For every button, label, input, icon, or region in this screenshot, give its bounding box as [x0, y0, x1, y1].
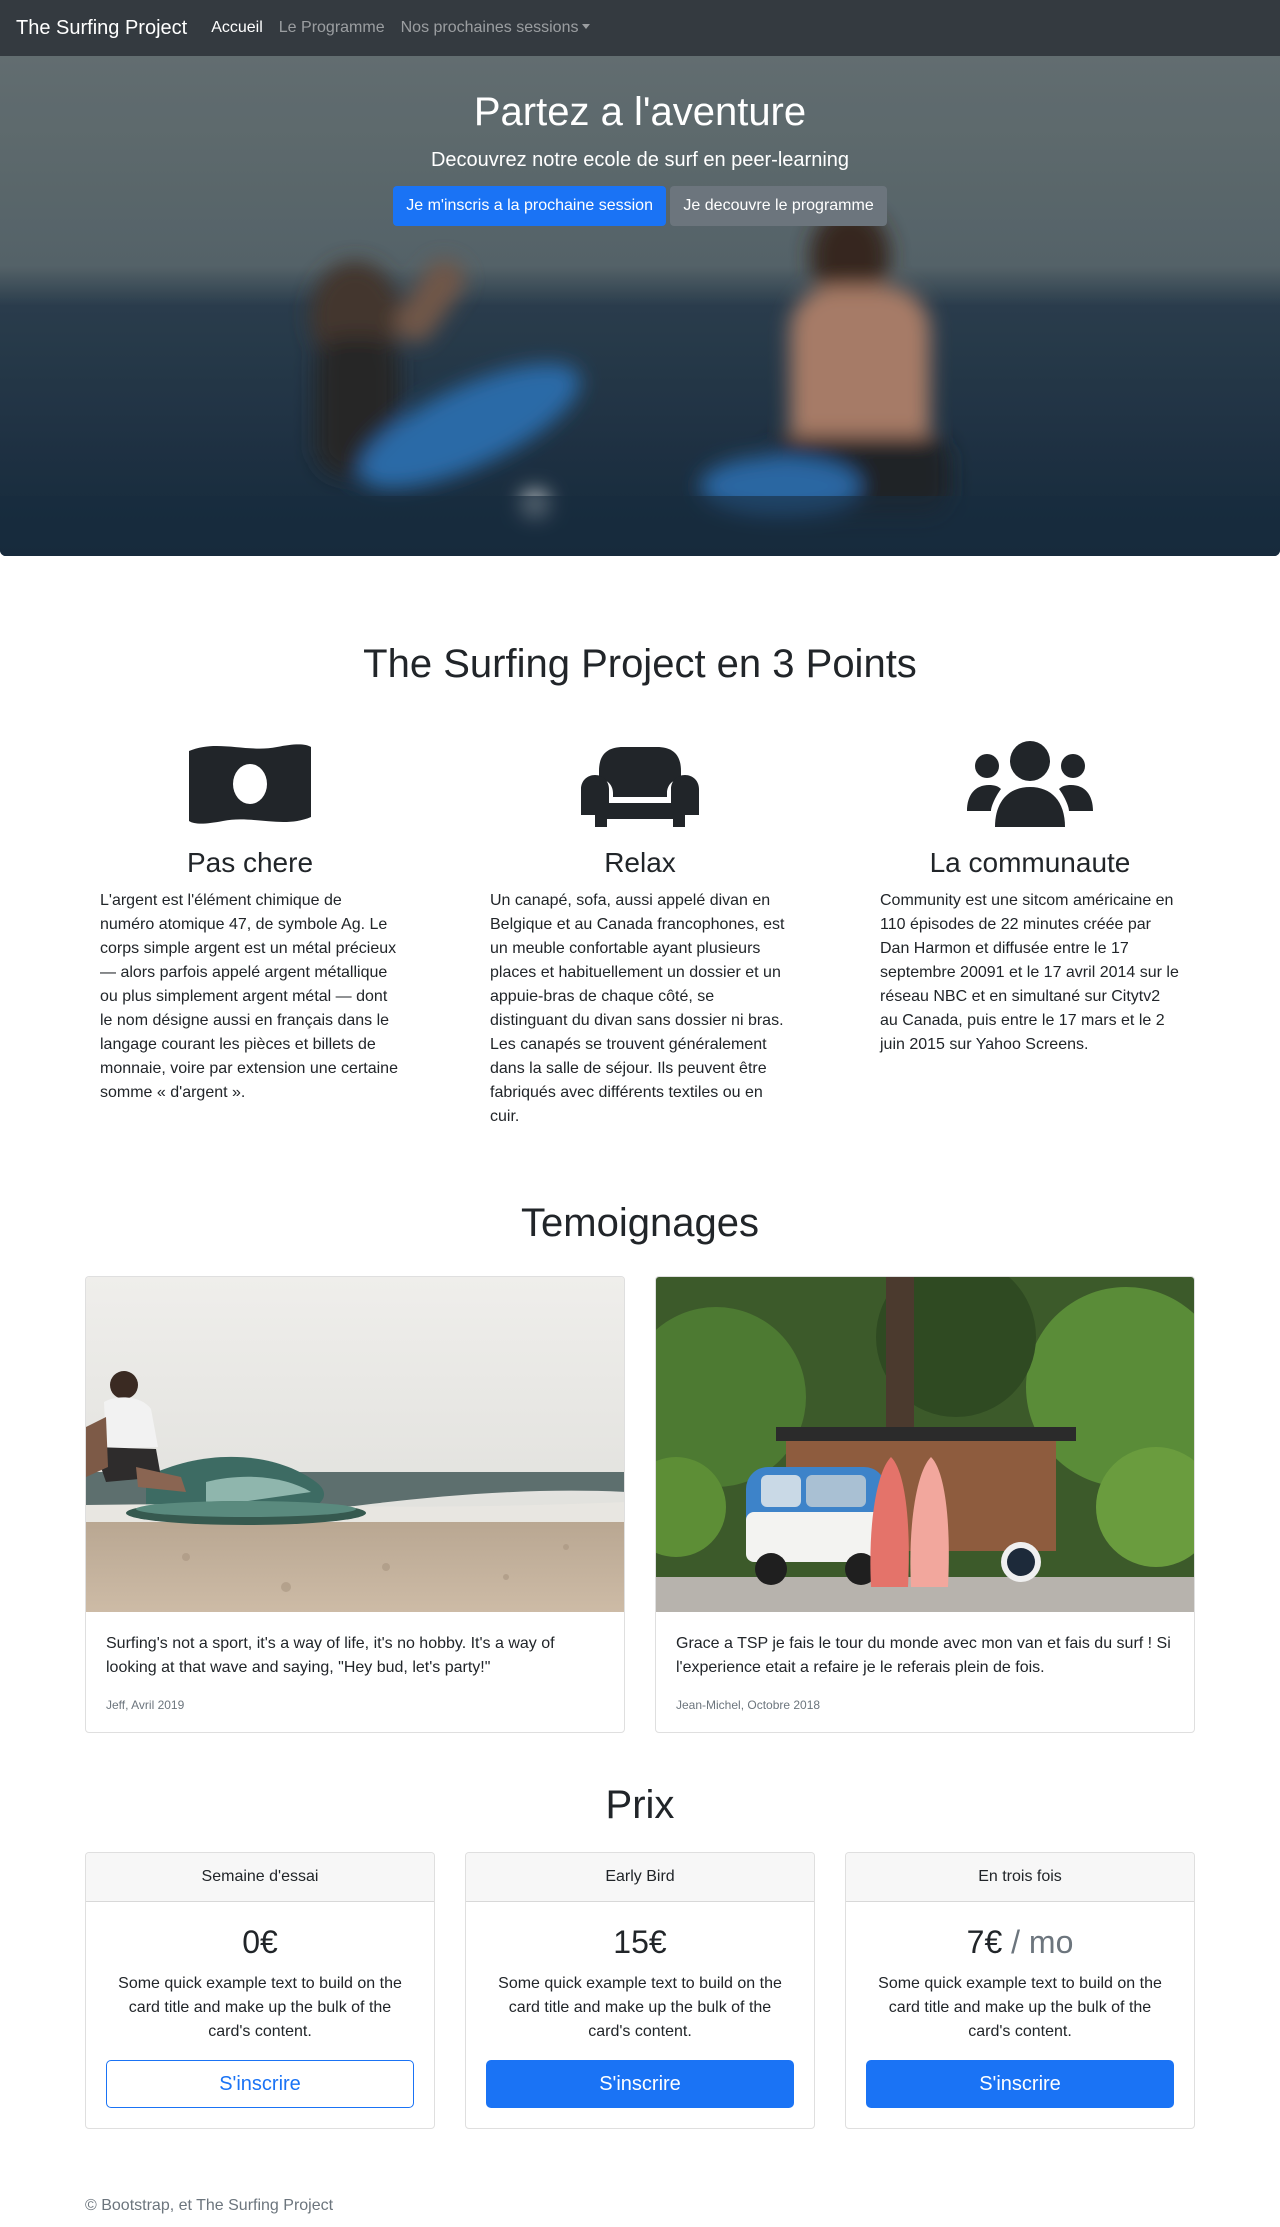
price-unit: / mo — [1002, 1924, 1074, 1960]
point-heading: Relax — [604, 847, 676, 878]
testimonial-body: Surfing's not a sport, it's a way of lif… — [86, 1612, 624, 1732]
point-text: L'argent est l'élément chimique de numér… — [100, 892, 398, 1101]
testimonial-card: Grace a TSP je fais le tour du monde ave… — [655, 1276, 1195, 1733]
price-amount: 7€ / mo — [866, 1922, 1174, 1962]
point-text: Community est une sitcom américaine en 1… — [880, 892, 1179, 1053]
nav-dropdown-sessions[interactable]: Nos prochaines sessions — [401, 19, 591, 37]
point-item: Pas chere L'argent est l'élément chimiqu… — [85, 739, 415, 1129]
discover-program-button[interactable]: Je decouvre le programme — [670, 186, 887, 226]
nav-link-accueil[interactable]: Accueil — [211, 19, 263, 37]
hero-title: Partez a l'aventure — [473, 90, 807, 134]
nav-link-programme[interactable]: Le Programme — [279, 19, 385, 37]
caret-down-icon — [582, 24, 591, 29]
testimonial-author: Jean-Michel, Octobre 2018 — [676, 1698, 821, 1712]
signup-early-bird-button[interactable]: S'inscrire — [486, 2060, 794, 2108]
testimonial-text: Grace a TSP je fais le tour du monde ave… — [676, 1635, 1171, 1676]
testimonial-text: Surfing's not a sport, it's a way of lif… — [106, 1635, 555, 1676]
price-card-body: 7€ / mo Some quick example text to build… — [846, 1902, 1194, 2128]
price-value: 7€ — [966, 1924, 1003, 1960]
price-description: Some quick example text to build on the … — [118, 1975, 402, 2040]
price-card-header: En trois fois — [846, 1853, 1194, 1902]
points-row: Pas chere L'argent est l'élément chimiqu… — [85, 739, 1195, 1129]
price-card-header: Semaine d'essai — [86, 1853, 434, 1902]
hero-buttons: Je m'inscris a la prochaine session Je d… — [0, 186, 1280, 226]
testimonials-title: Temoignages — [521, 1201, 759, 1245]
hero-content: Partez a l'aventure Decouvrez notre ecol… — [0, 88, 1280, 226]
price-card: Semaine d'essai 0€ Some quick example te… — [85, 1852, 435, 2129]
money-bill-icon — [85, 739, 415, 829]
navbar: The Surfing Project Accueil Le Programme… — [0, 0, 1280, 56]
testimonial-author: Jeff, Avril 2019 — [106, 1698, 185, 1712]
footer: © Bootstrap, et The Surfing Project — [85, 2197, 1195, 2227]
price-value: 0€ — [242, 1924, 278, 1960]
signup-session-button[interactable]: Je m'inscris a la prochaine session — [393, 186, 666, 226]
price-amount: 15€ — [486, 1922, 794, 1962]
price-description: Some quick example text to build on the … — [498, 1975, 782, 2040]
price-card: Early Bird 15€ Some quick example text t… — [465, 1852, 815, 2129]
prices-row: Semaine d'essai 0€ Some quick example te… — [85, 1852, 1195, 2129]
footer-text: © Bootstrap, et The Surfing Project — [85, 2197, 334, 2214]
price-value: 15€ — [613, 1924, 667, 1960]
users-icon — [865, 739, 1195, 829]
point-text: Un canapé, sofa, aussi appelé divan en B… — [490, 892, 785, 1125]
price-description: Some quick example text to build on the … — [878, 1975, 1162, 2040]
price-card: En trois fois 7€ / mo Some quick example… — [845, 1852, 1195, 2129]
points-title: The Surfing Project en 3 Points — [363, 642, 917, 686]
price-card-body: 0€ Some quick example text to build on t… — [86, 1902, 434, 2128]
testimonial-body: Grace a TSP je fais le tour du monde ave… — [656, 1612, 1194, 1732]
price-amount: 0€ — [106, 1922, 414, 1962]
hero-banner: Partez a l'aventure Decouvrez notre ecol… — [0, 56, 1280, 556]
prices-title: Prix — [605, 1783, 675, 1827]
points-section: The Surfing Project en 3 Points Pas cher… — [0, 642, 1280, 1129]
nav-dropdown-label: Nos prochaines sessions — [400, 19, 579, 36]
navbar-brand[interactable]: The Surfing Project — [16, 17, 187, 40]
price-card-header: Early Bird — [466, 1853, 814, 1902]
point-item: La communaute Community est une sitcom a… — [865, 739, 1195, 1129]
testimonial-card: Surfing's not a sport, it's a way of lif… — [85, 1276, 625, 1733]
price-card-body: 15€ Some quick example text to build on … — [466, 1902, 814, 2128]
point-heading: Pas chere — [186, 847, 314, 878]
hero-subtitle: Decouvrez notre ecole de surf en peer-le… — [430, 149, 850, 171]
testimonials-section: Temoignages Surfing's not a sport, it's … — [0, 1201, 1280, 1733]
surfer-beach-image — [86, 1277, 624, 1612]
prices-section: Prix Semaine d'essai 0€ Some quick examp… — [0, 1783, 1280, 2129]
point-heading: La communaute — [929, 847, 1131, 878]
couch-icon — [475, 739, 805, 829]
signup-trial-button[interactable]: S'inscrire — [106, 2060, 414, 2108]
point-item: Relax Un canapé, sofa, aussi appelé diva… — [475, 739, 805, 1129]
signup-three-installments-button[interactable]: S'inscrire — [866, 2060, 1174, 2108]
testimonials-row: Surfing's not a sport, it's a way of lif… — [85, 1276, 1195, 1733]
surf-van-image — [656, 1277, 1194, 1612]
